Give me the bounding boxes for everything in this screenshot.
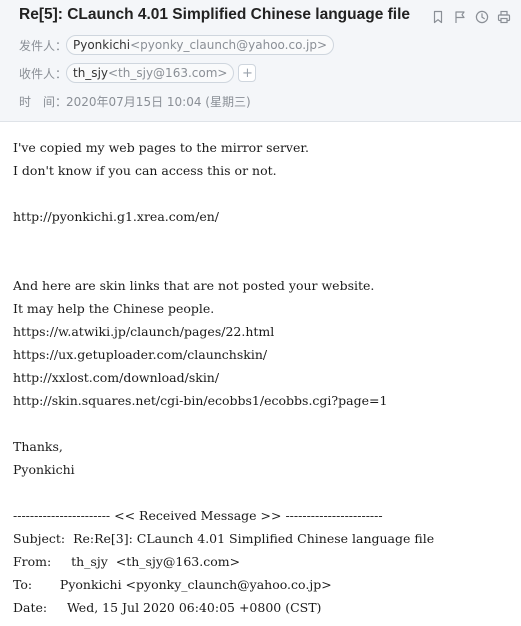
mail-header: Re[5]: CLaunch 4.01 Simplified Chinese l… [0,0,521,122]
sender-chip[interactable]: Pyonkichi <pyonky_claunch@yahoo.co.jp> [66,35,335,55]
mail-toolbar [429,8,513,26]
body-line: I've copied my web pages to the mirror s… [13,140,309,155]
quote-separator: ----------------------- << Received Mess… [13,508,383,523]
sender-address: <pyonky_claunch@yahoo.co.jp> [130,38,328,52]
flag-icon[interactable] [451,8,469,26]
print-icon[interactable] [495,8,513,26]
body-line [13,481,513,504]
body-link[interactable]: https://ux.getuploader.com/claunchskin/ [13,343,513,366]
quoted-subject-line: Subject: Re:Re[3]: CLaunch 4.01 Simplifi… [13,531,435,546]
body-line: Thanks, [13,439,63,454]
recipient-address: <th_sjy@163.com> [108,66,228,80]
body-line [13,182,513,205]
body-line [13,228,513,251]
body-line: I don't know if you can access this or n… [13,163,277,178]
body-link[interactable]: http://xxlost.com/download/skin/ [13,366,513,389]
time-value: 2020年07月15日 10:04 (星期三) [66,94,251,109]
body-line: And here are skin links that are not pos… [13,278,375,293]
body-link[interactable]: http://skin.squares.net/cgi-bin/ecobbs1/… [13,389,513,412]
clock-icon[interactable] [473,8,491,26]
body-link[interactable]: https://w.atwiki.jp/claunch/pages/22.htm… [13,320,513,343]
quoted-date-line: Date: Wed, 15 Jul 2020 06:40:05 +0800 (C… [13,600,322,615]
add-recipient-button[interactable]: + [238,64,257,82]
sender-label: 发件人： [19,38,68,53]
bookmark-icon[interactable] [429,8,447,26]
quoted-to-line: To: Pyonkichi <pyonky_claunch@yahoo.co.j… [13,577,332,592]
body-line: It may help the Chinese people. [13,301,215,316]
recipient-label: 收件人： [19,66,68,81]
recipient-row: 收件人： th_sjy <th_sjy@163.com> + [19,62,257,84]
sender-name: Pyonkichi [73,38,131,52]
quoted-from-line: From: th_sjy <th_sjy@163.com> [13,554,241,569]
recipient-chip[interactable]: th_sjy <th_sjy@163.com> [66,63,235,83]
body-line [13,251,513,274]
body-line: Pyonkichi [13,462,75,477]
mail-body: I've copied my web pages to the mirror s… [13,136,513,619]
mail-subject: Re[5]: CLaunch 4.01 Simplified Chinese l… [19,6,411,23]
body-line [13,412,513,435]
body-link[interactable]: http://pyonkichi.g1.xrea.com/en/ [13,205,513,228]
sender-row: 发件人： Pyonkichi <pyonky_claunch@yahoo.co.… [19,34,335,56]
time-row: 时 间： 2020年07月15日 10:04 (星期三) [19,90,251,112]
time-label: 时 间： [19,94,68,109]
recipient-name: th_sjy [73,66,108,80]
